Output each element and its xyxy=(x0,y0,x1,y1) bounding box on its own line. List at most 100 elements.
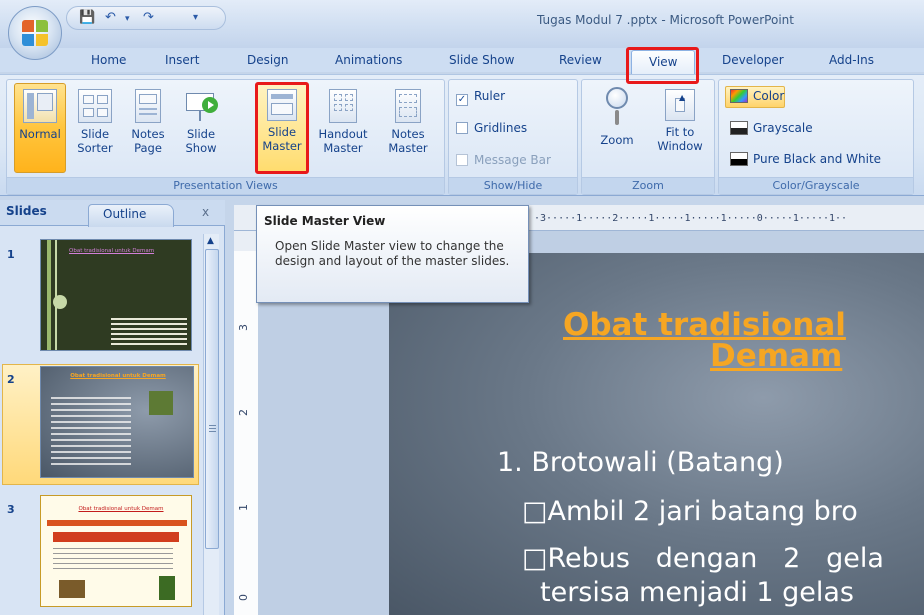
window-title: Tugas Modul 7 .pptx - Microsoft PowerPoi… xyxy=(537,13,794,27)
color-swatch-icon xyxy=(730,89,748,103)
gridlines-checkbox-box xyxy=(456,122,468,134)
handout-master-button[interactable]: Handout Master xyxy=(313,89,373,155)
vruler-label-3: 3 xyxy=(237,324,250,331)
tab-insert[interactable]: Insert xyxy=(165,53,199,67)
color-button[interactable]: Color xyxy=(730,89,784,103)
color-label: Color xyxy=(753,89,785,103)
vertical-ruler-scale: 3 2 1 0 xyxy=(234,251,258,615)
tab-outline[interactable]: Outline xyxy=(88,204,174,227)
thumb3-image-1 xyxy=(59,580,85,598)
redo-icon[interactable]: ↷ xyxy=(143,10,154,25)
fit-to-window-button[interactable]: ▲ Fit to Window xyxy=(650,89,710,153)
office-button[interactable] xyxy=(8,6,62,60)
office-logo-icon xyxy=(22,20,49,47)
tooltip-title: Slide Master View xyxy=(264,214,386,228)
slide-master-highlight xyxy=(255,82,309,174)
view-tab-highlight xyxy=(626,47,699,84)
slide-number-3: 3 xyxy=(7,503,15,516)
notes-master-icon xyxy=(395,89,421,123)
thumb2-image xyxy=(149,391,173,415)
grayscale-swatch-icon xyxy=(730,121,748,135)
slide-number-1: 1 xyxy=(7,248,15,261)
ribbon: Presentation Views Normal Slide Sorter N… xyxy=(0,74,924,196)
notes-page-label-2: Page xyxy=(134,141,162,155)
fit-label-1: Fit to xyxy=(665,125,695,139)
slide-sorter-label-2: Sorter xyxy=(77,141,113,155)
ruler-checkbox-box: ✓ xyxy=(456,94,468,106)
thumb1-title: Obat tradisional untuk Demam xyxy=(69,248,155,254)
slide-sorter-icon xyxy=(78,89,112,123)
fit-to-window-icon: ▲ xyxy=(665,89,695,121)
message-bar-label: Message Bar xyxy=(474,153,551,167)
scroll-thumb[interactable] xyxy=(205,249,219,549)
vruler-label-0: 0 xyxy=(237,594,250,601)
message-bar-checkbox-box xyxy=(456,154,468,166)
pane-scrollbar[interactable]: ▲ xyxy=(203,234,219,615)
slide-sorter-button[interactable]: Slide Sorter xyxy=(70,89,120,155)
black-white-swatch-icon xyxy=(730,152,748,166)
tab-review[interactable]: Review xyxy=(559,53,602,67)
normal-view-button-content[interactable]: Normal xyxy=(15,89,65,141)
normal-view-label: Normal xyxy=(19,127,61,141)
slide-sorter-label-1: Slide xyxy=(80,127,110,141)
ribbon-tab-row: Home Insert Design Animations Slide Show… xyxy=(0,48,924,72)
pure-black-white-button[interactable]: Pure Black and White xyxy=(730,152,881,166)
tab-slide-show[interactable]: Slide Show xyxy=(449,53,514,67)
tab-animations[interactable]: Animations xyxy=(335,53,402,67)
group-label-presentation-views: Presentation Views xyxy=(7,177,444,194)
ruler-label: Ruler xyxy=(474,89,506,103)
slide-point-1[interactable]: 1. Brotowali (Batang) xyxy=(497,447,784,478)
pane-tabs: Slides Outline x xyxy=(0,200,225,227)
thumb1-circle xyxy=(53,295,67,309)
pure-black-white-label: Pure Black and White xyxy=(753,152,882,166)
zoom-button[interactable]: Zoom xyxy=(592,85,642,147)
vertical-ruler: 3 2 1 0 xyxy=(234,231,258,615)
slide-thumbnail-1[interactable]: Obat tradisional untuk Demam xyxy=(40,239,192,351)
thumb3-text xyxy=(53,548,173,570)
normal-view-icon xyxy=(23,89,57,123)
vruler-label-2: 2 xyxy=(237,409,250,416)
tab-slides[interactable]: Slides xyxy=(6,204,47,218)
notes-page-button[interactable]: Notes Page xyxy=(124,89,172,155)
customize-toolbar-icon[interactable]: ▾ xyxy=(193,12,198,23)
tab-developer[interactable]: Developer xyxy=(722,53,784,67)
thumb3-title: Obat tradisional untuk Demam xyxy=(78,506,164,512)
quick-access-toolbar: 💾 ↶ ▾ ↷ ▾ xyxy=(66,6,226,30)
tab-add-ins[interactable]: Add-Ins xyxy=(829,53,874,67)
tooltip-body: Open Slide Master view to change the des… xyxy=(275,239,510,268)
undo-icon[interactable]: ↶ xyxy=(105,10,116,25)
save-icon[interactable]: 💾 xyxy=(79,10,95,25)
thumb3-image-2 xyxy=(159,576,175,600)
undo-dropdown-icon[interactable]: ▾ xyxy=(125,14,130,24)
slide-bullet-2[interactable]: □Rebus dengan 2 gela xyxy=(522,543,884,574)
gridlines-checkbox[interactable]: Gridlines xyxy=(456,121,527,135)
thumb2-title: Obat tradisional untuk Demam xyxy=(70,373,166,379)
thumb1-stripe xyxy=(47,240,51,350)
zoom-magnifier-icon xyxy=(600,85,634,127)
vruler-label-1: 1 xyxy=(237,504,250,511)
horizontal-ruler-ticks: ·3·····1·····2·····1·····1·····1·····0··… xyxy=(534,213,848,224)
pane-close-icon[interactable]: x xyxy=(202,205,209,219)
tab-home[interactable]: Home xyxy=(91,53,126,67)
notes-master-label-2: Master xyxy=(388,141,428,155)
thumb1-text xyxy=(111,318,187,348)
slide-show-button[interactable]: Slide Show xyxy=(176,89,226,155)
slide-bullet-1[interactable]: □Ambil 2 jari batang bro xyxy=(522,496,858,527)
grayscale-label: Grayscale xyxy=(753,121,813,135)
slide-title-line-2[interactable]: Demam xyxy=(710,338,842,374)
thumb3-red-box xyxy=(53,532,179,542)
notes-page-icon xyxy=(135,89,161,123)
scroll-up-icon[interactable]: ▲ xyxy=(207,236,214,246)
grayscale-button[interactable]: Grayscale xyxy=(730,121,813,135)
notes-master-button[interactable]: Notes Master xyxy=(380,89,436,155)
slide-thumbnail-2[interactable]: Obat tradisional untuk Demam xyxy=(40,366,194,478)
message-bar-checkbox: Message Bar xyxy=(456,153,551,167)
notes-master-label-1: Notes xyxy=(391,127,425,141)
slide-bullet-3[interactable]: tersisa menjadi 1 gelas xyxy=(540,577,854,608)
zoom-label: Zoom xyxy=(600,133,634,147)
gridlines-label: Gridlines xyxy=(474,121,528,135)
handout-master-label-1: Handout xyxy=(318,127,368,141)
slide-thumbnail-3[interactable]: Obat tradisional untuk Demam xyxy=(40,495,192,607)
tab-design[interactable]: Design xyxy=(247,53,288,67)
ruler-checkbox[interactable]: ✓ Ruler xyxy=(456,89,505,106)
